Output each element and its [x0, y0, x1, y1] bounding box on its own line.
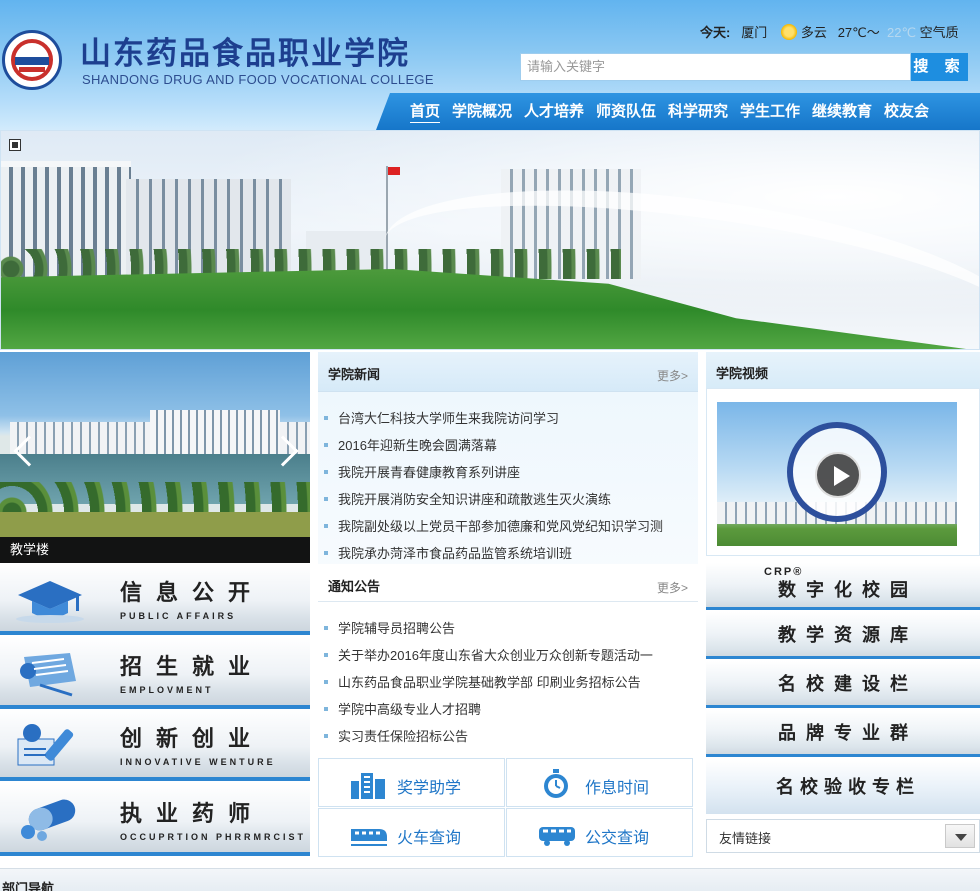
- notice-item[interactable]: 实习责任保险招标公告: [324, 726, 690, 744]
- stopwatch-icon: [544, 769, 568, 798]
- building-icon: [351, 773, 385, 799]
- department-nav-title: 部门导航: [2, 881, 55, 891]
- department-nav: 部门导航: [0, 868, 980, 891]
- quicklink-public-affairs[interactable]: 信息公开 PUBLIC AFFAIRS: [0, 563, 310, 635]
- service-label: 作息时间: [585, 780, 650, 797]
- quicklink-pharmacist[interactable]: 执业药师 OCCUPRTION PHRRMRCIST: [0, 784, 310, 856]
- train-icon: [351, 829, 387, 846]
- news-item[interactable]: 我院承办菏泽市食品药品监管系统培训班: [324, 543, 690, 561]
- quicklink-label-en: OCCUPRTION PHRRMRCIST: [120, 832, 306, 842]
- pen-document-icon: [17, 724, 74, 766]
- notice-item[interactable]: 学院中高级专业人才招聘: [324, 699, 690, 717]
- weather-widget: 今天: 厦门 多云 27℃～ 22℃ 空气质: [700, 22, 959, 41]
- service-train[interactable]: 火车查询: [318, 808, 505, 857]
- right-button-teaching-resources[interactable]: 教学资源库: [706, 612, 980, 659]
- quicklink-label-en: PUBLIC AFFAIRS: [120, 611, 237, 621]
- search-input[interactable]: 请输入关键字: [520, 53, 911, 81]
- quicklink-label-cn: 招生就业: [120, 655, 265, 680]
- nav-item-faculty[interactable]: 师资队伍: [596, 93, 656, 130]
- service-label: 公交查询: [585, 830, 650, 847]
- video-title: 学院视频: [716, 366, 769, 381]
- service-schedule[interactable]: 作息时间: [506, 758, 693, 807]
- nav-item-research[interactable]: 科学研究: [668, 93, 728, 130]
- notices-more-link[interactable]: 更多>: [657, 579, 688, 596]
- right-button-famous-school-construction[interactable]: 名校建设栏: [706, 661, 980, 708]
- college-name-cn[interactable]: 山东药品食品职业学院: [80, 28, 410, 73]
- video-header: 学院视频: [706, 352, 980, 388]
- notice-item[interactable]: 学院辅导员招聘公告: [324, 618, 690, 636]
- main-nav: 首页 学院概况 人才培养 师资队伍 科学研究 学生工作 继续教育 校友会: [376, 93, 980, 130]
- notices-header: 通知公告 更多>: [318, 564, 698, 602]
- nav-item-students[interactable]: 学生工作: [740, 93, 800, 130]
- weather-temp-high: 27℃～: [837, 25, 880, 40]
- news-more-link[interactable]: 更多>: [657, 367, 688, 384]
- news-header: 学院新闻 更多>: [318, 352, 698, 392]
- banner-indicator[interactable]: [9, 139, 21, 151]
- nav-item-continuing-edu[interactable]: 继续教育: [812, 93, 872, 130]
- service-bus[interactable]: 公交查询: [506, 808, 693, 857]
- service-scholarship[interactable]: 奖学助学: [318, 758, 505, 807]
- slider-caption: 教学楼: [0, 537, 310, 563]
- right-button-brand-majors[interactable]: 品牌专业群: [706, 710, 980, 757]
- nav-item-about[interactable]: 学院概况: [452, 93, 512, 130]
- video-thumbnail[interactable]: [717, 402, 957, 546]
- search-button[interactable]: 搜 索: [911, 53, 968, 81]
- chevron-down-icon[interactable]: [945, 824, 975, 848]
- friend-links-label: 友情链接: [719, 831, 772, 846]
- right-button-acceptance-column[interactable]: 名校验收专栏: [706, 760, 980, 814]
- quicklink-label-cn: 信息公开: [120, 581, 265, 606]
- bus-icon: [539, 827, 575, 846]
- photo-slider: 教学楼: [0, 352, 310, 563]
- nav-item-home[interactable]: 首页: [410, 93, 440, 130]
- sun-cloud-icon: [780, 24, 797, 40]
- right-button-label: 教学资源库: [778, 625, 918, 645]
- right-button-label: 数字化校园: [778, 580, 918, 600]
- news-item[interactable]: 我院开展消防安全知识讲座和疏散逃生灭火演练: [324, 489, 690, 507]
- right-button-label: 名校建设栏: [778, 674, 918, 694]
- weather-air-quality: 空气质: [919, 25, 959, 40]
- news-item[interactable]: 2016年迎新生晚会圆满落幕: [324, 435, 690, 453]
- quicklink-label-cn: 创新创业: [120, 727, 265, 752]
- video-panel: [706, 388, 980, 556]
- nav-item-talent[interactable]: 人才培养: [524, 93, 584, 130]
- service-label: 奖学助学: [397, 780, 462, 797]
- service-label: 火车查询: [397, 830, 462, 847]
- quicklink-label-en: EMPLOVMENT: [120, 685, 214, 695]
- notice-item[interactable]: 山东药品食品职业学院基础教学部 印刷业务招标公告: [324, 672, 690, 690]
- college-name-en: SHANDONG DRUG AND FOOD VOCATIONAL COLLEG…: [82, 72, 434, 87]
- right-button-label: 品牌专业群: [778, 723, 918, 743]
- quicklink-innovation[interactable]: 创新创业 INNOVATIVE WENTURE: [0, 709, 310, 781]
- weather-today-label: 今天:: [700, 25, 731, 40]
- friend-links-select[interactable]: 友情链接: [706, 819, 980, 853]
- weather-condition: 多云: [800, 25, 827, 40]
- notices-title: 通知公告: [328, 579, 381, 594]
- college-emblem-logo[interactable]: [2, 30, 62, 90]
- quicklink-label-en: INNOVATIVE WENTURE: [120, 757, 276, 767]
- right-button-label: 名校验收专栏: [776, 777, 920, 797]
- notice-item[interactable]: 关于举办2016年度山东省大众创业万众创新专题活动一: [324, 645, 690, 663]
- capsule-icon: [21, 799, 76, 841]
- site-header: 山东药品食品职业学院 SHANDONG DRUG AND FOOD VOCATI…: [0, 0, 980, 130]
- news-title: 学院新闻: [328, 367, 381, 382]
- quicklink-label-cn: 执业药师: [120, 802, 265, 827]
- news-item[interactable]: 我院开展青春健康教育系列讲座: [324, 462, 690, 480]
- news-list: 台湾大仁科技大学师生来我院访问学习 2016年迎新生晚会圆满落幕 我院开展青春健…: [318, 392, 698, 570]
- weather-city: 厦门: [741, 25, 768, 40]
- quicklink-employment[interactable]: 招生就业 EMPLOVMENT: [0, 637, 310, 709]
- news-item[interactable]: 台湾大仁科技大学师生来我院访问学习: [324, 408, 690, 426]
- diploma-scroll-icon: [20, 653, 76, 697]
- notice-list: 学院辅导员招聘公告 关于举办2016年度山东省大众创业万众创新专题活动一 山东药…: [318, 602, 698, 754]
- play-icon[interactable]: [815, 452, 861, 498]
- news-item[interactable]: 我院副处级以上党员干部参加德廉和党风党纪知识学习测: [324, 516, 690, 534]
- right-button-digital-campus[interactable]: CRP® 数字化校园: [706, 563, 980, 610]
- graduation-cap-icon: [16, 581, 84, 623]
- crp-badge: CRP®: [764, 566, 804, 578]
- weather-temp-low: 22℃: [886, 25, 917, 40]
- nav-item-alumni[interactable]: 校友会: [884, 93, 929, 130]
- campus-banner: [0, 130, 980, 350]
